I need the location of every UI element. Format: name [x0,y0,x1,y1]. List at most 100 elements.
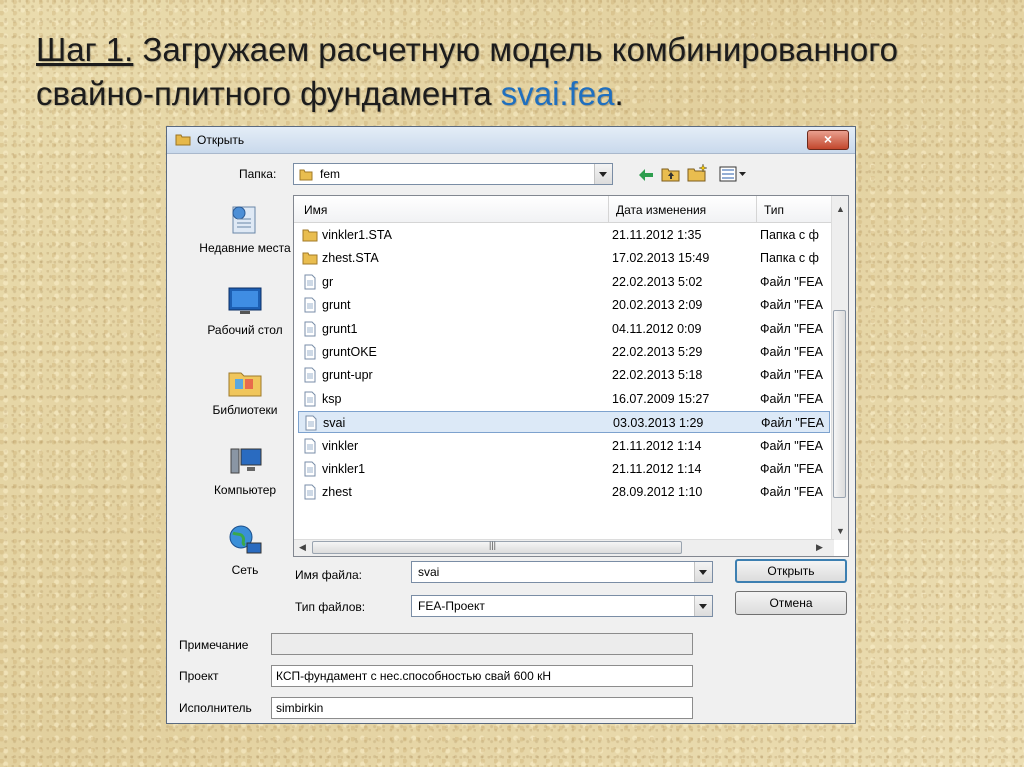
file-list-header: Имя Дата изменения Тип [294,196,834,223]
vertical-scrollbar[interactable]: ▲ ▼ [831,196,848,540]
title-end: . [614,75,624,112]
scroll-up-arrow[interactable]: ▲ [836,204,845,214]
folder-combo[interactable]: fem [293,163,613,185]
file-date: 03.03.2013 1:29 [613,416,704,431]
up-folder-icon[interactable] [661,165,681,183]
file-name: grunt [322,298,351,313]
file-name: grunt-upr [322,368,373,383]
title-filename: svai.fea [500,75,615,112]
folder-label: Папка: [239,167,277,181]
file-date: 22.02.2013 5:02 [612,274,703,289]
new-folder-icon[interactable] [687,163,709,183]
file-date: 16.07.2009 15:27 [612,391,710,406]
file-row[interactable]: ksp 16.07.2009 15:27 Файл "FEA [298,388,830,410]
file-type: Файл "FEA [760,345,823,359]
document-icon [304,461,316,477]
filename-combo[interactable]: svai [411,561,713,583]
col-type-header[interactable]: Тип [764,203,784,217]
file-row[interactable]: vinkler1.STA 21.11.2012 1:35 Папка с ф [298,224,830,246]
open-file-dialog: Открыть × Папка: fem Недавние места Рабо… [166,126,856,724]
note-label: Примечание [179,638,249,652]
document-icon [304,321,316,337]
file-type: Папка с ф [760,251,819,266]
file-row[interactable]: vinkler 21.11.2012 1:14 Файл "FEA [298,435,830,457]
document-icon [305,415,317,431]
file-type: Файл "FEA [760,274,823,289]
file-name: zhest.STA [322,251,379,266]
col-name-header[interactable]: Имя [304,203,327,217]
open-button[interactable]: Открыть [735,559,847,583]
computer-icon [230,448,262,474]
scroll-grip: ||| [489,540,497,550]
author-label: Исполнитель [179,701,252,715]
file-row[interactable]: zhest 28.09.2012 1:10 Файл "FEA [298,481,830,503]
document-icon [304,297,316,313]
file-type: Файл "FEA [761,416,824,431]
file-name: ksp [322,391,342,406]
file-date: 21.11.2012 1:35 [612,228,702,242]
file-row[interactable]: grunt1 04.11.2012 0:09 Файл "FEA [298,318,830,340]
file-date: 22.02.2013 5:18 [612,368,703,383]
scroll-left-arrow[interactable]: ◀ [299,542,306,553]
project-field[interactable]: КСП-фундамент с нес.способностью свай 60… [271,665,693,687]
file-row[interactable]: gruntOKE 22.02.2013 5:29 Файл "FEA [298,341,830,363]
scroll-right-arrow[interactable]: ▶ [816,542,823,553]
note-field[interactable] [271,633,693,655]
horizontal-scrollbar[interactable]: ◀ ||| ▶ [294,539,834,556]
file-date: 28.09.2012 1:10 [612,485,703,500]
slide-title: Шаг 1. Загружаем расчетную модель комбин… [36,28,898,116]
recent-places-icon [232,206,256,234]
file-type: Файл "FEA [760,391,823,406]
file-type: Файл "FEA [760,462,823,476]
filetype-dropdown-arrow[interactable] [694,596,712,616]
filetype-label: Тип файлов: [295,600,366,614]
view-menu-icon[interactable] [719,166,747,182]
title-step: Шаг 1. [36,31,134,68]
file-type: Папка с ф [760,228,819,242]
filetype-combo[interactable]: FEA-Проект [411,595,713,617]
file-row[interactable]: grunt 20.02.2013 2:09 Файл "FEA [298,294,830,316]
file-date: 21.11.2012 1:14 [612,462,702,476]
file-type: Файл "FEA [760,298,823,313]
file-row[interactable]: gr 22.02.2013 5:02 Файл "FEA [298,271,830,293]
horizontal-scroll-thumb[interactable]: ||| [312,540,682,554]
file-name: vinkler [322,438,359,453]
back-icon[interactable] [637,167,655,183]
cancel-button[interactable]: Отмена [735,591,847,615]
folder-icon [302,252,318,265]
folder-icon [302,229,318,242]
file-date: 04.11.2012 0:09 [612,321,702,336]
dialog-titlebar[interactable]: Открыть × [167,127,855,154]
file-type: Файл "FEA [760,485,823,500]
place-network-label: Сеть [231,563,259,577]
document-icon [304,438,316,454]
file-type: Файл "FEA [760,321,823,336]
file-name: zhest [322,485,352,500]
file-row[interactable]: vinkler1 21.11.2012 1:14 Файл "FEA [298,458,830,480]
file-date: 21.11.2012 1:14 [612,438,702,453]
scroll-down-arrow[interactable]: ▼ [836,526,845,536]
col-date-header[interactable]: Дата изменения [616,203,706,217]
file-name: vinkler1 [322,462,366,476]
folder-dropdown-arrow[interactable] [594,164,612,184]
close-button[interactable]: × [807,130,849,150]
file-name: gruntOKE [322,345,377,359]
dialog-title: Открыть [197,133,245,147]
file-row[interactable]: zhest.STA 17.02.2013 15:49 Папка с ф [298,247,830,269]
document-icon [304,484,316,500]
filetype-value: FEA-Проект [418,599,485,613]
folder-value: fem [320,167,341,181]
folder-icon [299,169,313,181]
file-list[interactable]: Имя Дата изменения Тип vinkler1.STA 21.11… [293,195,849,557]
file-name: vinkler1.STA [322,228,392,242]
file-date: 17.02.2013 15:49 [612,251,710,266]
open-folder-icon [175,134,191,146]
filename-dropdown-arrow[interactable] [694,562,712,582]
vertical-scroll-thumb[interactable] [833,310,846,498]
filename-input[interactable]: svai [418,565,439,579]
document-icon [304,344,316,360]
file-row[interactable]: svai 03.03.2013 1:29 Файл "FEA [298,411,830,434]
file-row[interactable]: grunt-upr 22.02.2013 5:18 Файл "FEA [298,364,830,386]
author-field[interactable]: simbirkin [271,697,693,719]
document-icon [304,367,316,383]
